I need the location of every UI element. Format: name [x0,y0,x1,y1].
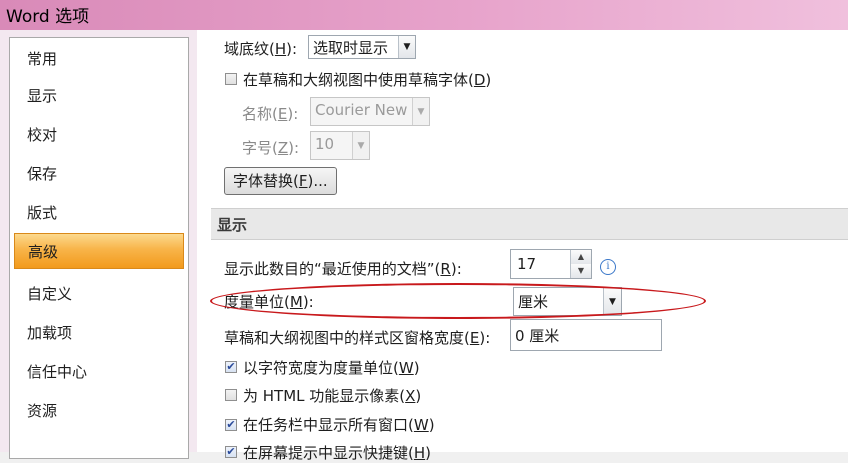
sidebar-item-label: 常用 [27,50,58,68]
recent-docs-value: 17 [517,255,537,273]
style-area-label: 草稿和大纲视图中的样式区窗格宽度(E): [224,329,491,347]
sidebar-item-label: 加载项 [27,324,73,342]
sidebar-item-typography[interactable]: 版式 [14,195,184,231]
sidebar-item-label: 资源 [27,402,58,420]
char-width-checkbox[interactable]: ✔ [225,361,237,373]
use-draft-font-checkbox[interactable] [225,73,237,85]
sidebar-item-label: 显示 [27,87,58,105]
sidebar-item-label: 高级 [28,243,59,261]
style-area-value: 0 厘米 [515,327,560,345]
spin-down-icon[interactable]: ▼ [570,264,591,278]
sidebar-item-display[interactable]: 显示 [14,78,184,114]
sidebar-item-label: 保存 [27,165,58,183]
field-shading-value: 选取时显示 [313,39,389,57]
chevron-down-icon[interactable]: ▼ [412,98,429,125]
sidebar-item-label: 信任中心 [27,363,88,381]
sidebar: 常用 显示 校对 保存 版式 高级 自定义 加载项 信任中心 资源 [9,37,189,459]
font-size-value: 10 [315,135,335,153]
spin-up-icon[interactable]: ▲ [570,250,591,265]
font-substitution-button[interactable]: 字体替换(F)... [224,167,337,195]
sidebar-item-advanced[interactable]: 高级 [14,233,184,269]
recent-docs-label: 显示此数目的“最近使用的文档”(R): [224,260,462,278]
shortcut-keys-label: 在屏幕提示中显示快捷键(H) [243,444,431,462]
sidebar-item-resources[interactable]: 资源 [14,393,184,429]
use-draft-font-label: 在草稿和大纲视图中使用草稿字体(D) [243,71,492,89]
style-area-input[interactable]: 0 厘米 [510,319,662,351]
annotation-ellipse [210,283,706,319]
recent-docs-spinner[interactable]: 17 ▲ ▼ [510,249,592,279]
field-shading-select[interactable]: 选取时显示 ▼ [308,35,416,59]
font-name-value: Courier New [315,101,408,119]
sidebar-item-proofing[interactable]: 校对 [14,117,184,153]
sidebar-item-addins[interactable]: 加载项 [14,315,184,351]
sidebar-item-general[interactable]: 常用 [14,41,184,77]
font-size-select[interactable]: 10 ▼ [310,131,370,160]
window-title: Word 选项 [6,7,90,27]
font-name-label: 名称(E): [242,105,299,123]
chevron-down-icon[interactable]: ▼ [398,36,415,58]
sidebar-item-trust-center[interactable]: 信任中心 [14,354,184,390]
section-title: 显示 [217,216,248,234]
sidebar-item-label: 校对 [27,126,58,144]
html-pixels-checkbox[interactable] [225,389,237,401]
display-section-header: 显示 [211,208,848,240]
taskbar-checkbox[interactable]: ✔ [225,419,237,431]
font-name-select[interactable]: Courier New ▼ [310,97,430,126]
chevron-down-icon[interactable]: ▼ [352,132,369,159]
title-bar: Word 选项 [0,0,848,30]
field-shading-label: 域底纹(H): [224,40,298,58]
info-icon[interactable]: i [600,259,616,275]
sidebar-item-customize[interactable]: 自定义 [14,276,184,312]
font-size-label: 字号(Z): [242,139,300,157]
sidebar-item-label: 自定义 [27,285,73,303]
shortcut-keys-checkbox[interactable]: ✔ [225,446,237,458]
sidebar-item-label: 版式 [27,204,58,222]
options-panel: 域底纹(H): 选取时显示 ▼ 在草稿和大纲视图中使用草稿字体(D) 名称(E)… [197,30,848,462]
html-pixels-label: 为 HTML 功能显示像素(X) [243,387,422,405]
char-width-label: 以字符宽度为度量单位(W) [243,359,420,377]
taskbar-label: 在任务栏中显示所有窗口(W) [243,416,435,434]
sidebar-item-save[interactable]: 保存 [14,156,184,192]
